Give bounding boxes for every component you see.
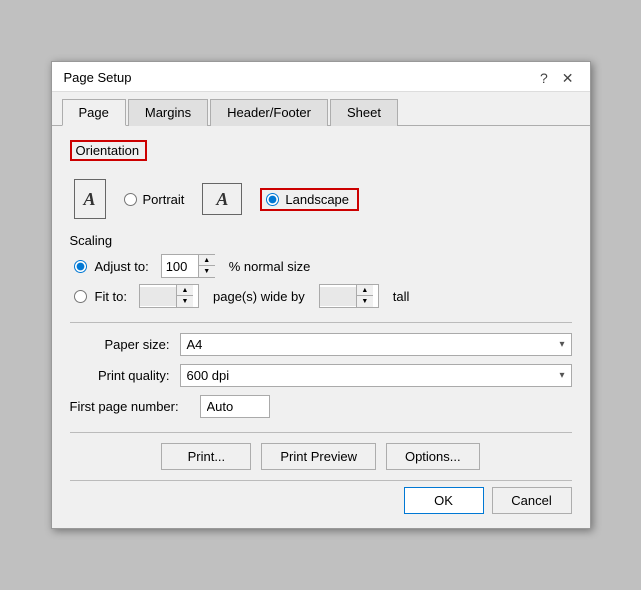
portrait-icon: A (74, 179, 106, 219)
fit-to-row: Fit to: ▲ ▼ page(s) wide by ▲ ▼ ta (70, 284, 572, 308)
fit-tall-arrows: ▲ ▼ (356, 285, 373, 307)
adjust-label: Adjust to: (95, 259, 149, 274)
action-buttons-row: Print... Print Preview Options... (70, 443, 572, 470)
paper-size-value: A4 (187, 337, 560, 352)
title-actions: ? ✕ (536, 71, 578, 85)
divider-2 (70, 432, 572, 433)
landscape-selected-box: Landscape (260, 188, 359, 211)
adjust-spinner[interactable]: ▲ ▼ (161, 254, 215, 278)
fit-label: Fit to: (95, 289, 128, 304)
scaling-label: Scaling (70, 233, 572, 248)
adjust-down-arrow[interactable]: ▼ (199, 266, 215, 277)
options-button[interactable]: Options... (386, 443, 480, 470)
fit-tall-spinner[interactable]: ▲ ▼ (319, 284, 379, 308)
scaling-section: Scaling Adjust to: ▲ ▼ % normal size Fit (70, 233, 572, 308)
print-quality-row: Print quality: 600 dpi ▾ (70, 364, 572, 387)
landscape-icon: A (202, 183, 242, 215)
adjust-to-row: Adjust to: ▲ ▼ % normal size (70, 254, 572, 278)
title-bar: Page Setup ? ✕ (52, 62, 590, 92)
portrait-radio[interactable] (124, 193, 137, 206)
cancel-button[interactable]: Cancel (492, 487, 572, 514)
tab-header-footer[interactable]: Header/Footer (210, 99, 328, 126)
fit-pages-unit: page(s) wide by (213, 289, 305, 304)
tab-bar: Page Margins Header/Footer Sheet (52, 92, 590, 126)
adjust-up-arrow[interactable]: ▲ (199, 255, 215, 266)
adjust-radio[interactable] (74, 260, 87, 273)
adjust-input[interactable] (162, 257, 198, 276)
tab-margins[interactable]: Margins (128, 99, 208, 126)
orientation-label: Orientation (70, 140, 148, 161)
print-preview-button[interactable]: Print Preview (261, 443, 376, 470)
print-quality-dropdown[interactable]: 600 dpi ▾ (180, 364, 572, 387)
close-button[interactable]: ✕ (558, 71, 578, 85)
paper-size-label: Paper size: (70, 337, 180, 352)
landscape-label: Landscape (285, 192, 349, 207)
tab-page[interactable]: Page (62, 99, 126, 126)
paper-size-dropdown[interactable]: A4 ▾ (180, 333, 572, 356)
dialog-title: Page Setup (64, 70, 132, 85)
paper-size-arrow: ▾ (559, 339, 564, 350)
first-page-input[interactable] (200, 395, 270, 418)
portrait-label: Portrait (143, 192, 185, 207)
help-button[interactable]: ? (536, 71, 552, 85)
fit-radio[interactable] (74, 290, 87, 303)
fit-tall-unit: tall (393, 289, 410, 304)
print-button[interactable]: Print... (161, 443, 251, 470)
print-quality-arrow: ▾ (559, 370, 564, 381)
ok-cancel-row: OK Cancel (70, 480, 572, 518)
landscape-radio[interactable] (266, 193, 279, 206)
print-quality-label: Print quality: (70, 368, 180, 383)
page-setup-dialog: Page Setup ? ✕ Page Margins Header/Foote… (51, 61, 591, 529)
paper-size-row: Paper size: A4 ▾ (70, 333, 572, 356)
orientation-row: A Portrait A Landscape (70, 179, 572, 219)
divider-1 (70, 322, 572, 323)
portrait-option[interactable]: Portrait (124, 192, 185, 207)
fit-tall-input[interactable] (320, 287, 356, 306)
first-page-row: First page number: (70, 395, 572, 418)
adjust-arrows: ▲ ▼ (198, 255, 215, 277)
first-page-label: First page number: (70, 399, 200, 414)
adjust-unit: % normal size (229, 259, 311, 274)
content-area: Orientation A Portrait A Landscape (52, 126, 590, 528)
fit-pages-up[interactable]: ▲ (177, 285, 193, 296)
fit-pages-spinner[interactable]: ▲ ▼ (139, 284, 199, 308)
ok-button[interactable]: OK (404, 487, 484, 514)
print-quality-value: 600 dpi (187, 368, 560, 383)
fit-tall-down[interactable]: ▼ (357, 296, 373, 307)
fit-tall-up[interactable]: ▲ (357, 285, 373, 296)
fit-pages-input[interactable] (140, 287, 176, 306)
fit-pages-down[interactable]: ▼ (177, 296, 193, 307)
tab-sheet[interactable]: Sheet (330, 99, 398, 126)
fit-pages-arrows: ▲ ▼ (176, 285, 193, 307)
